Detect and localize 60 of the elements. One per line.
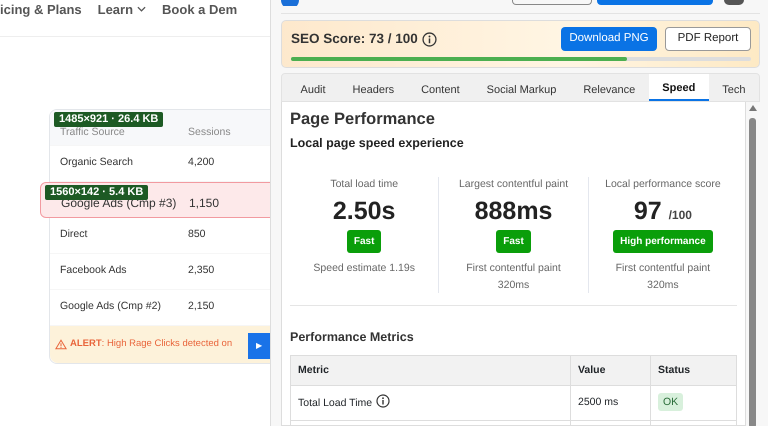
status-badge: Fast: [346, 230, 382, 254]
column-header: Status: [650, 355, 737, 386]
column-header: Value: [570, 355, 650, 386]
avatar-icon[interactable]: [724, 0, 744, 5]
table-cell-text: 2,150: [188, 299, 216, 314]
logo-icon: [281, 0, 299, 6]
metric-note: First contentful paint: [614, 261, 712, 276]
metric-value: 2.50s: [332, 197, 396, 226]
column-header: Metric: [290, 355, 570, 386]
alert-text: ALERT: High Rage Clicks detected on: [70, 336, 232, 351]
nav-link[interactable]: Book a Dem: [162, 0, 238, 20]
scrollbar-thumb[interactable]: [749, 118, 756, 426]
info-icon: [376, 394, 390, 408]
metric-note: Speed estimate 1.19s: [312, 261, 416, 276]
table-cell-text: 4,200: [188, 155, 216, 170]
play-button[interactable]: ▶: [248, 333, 270, 359]
tab[interactable]: Tech: [708, 74, 760, 101]
section-subtitle: Local page speed experience: [290, 134, 465, 152]
column-header: Traffic Source: [60, 124, 126, 140]
metric-value: 888ms: [474, 197, 552, 226]
tab[interactable]: Content: [408, 74, 474, 101]
section-title: Page Performance: [290, 110, 436, 130]
table-cell: 2500 ms: [578, 396, 618, 408]
table-cell-text: 1,150: [189, 194, 220, 212]
nav-link[interactable]: Learn: [98, 0, 146, 20]
metric-note: 320ms: [646, 278, 680, 293]
metric-note: First contentful paint: [465, 261, 562, 276]
section-heading: Performance Metrics: [290, 328, 415, 346]
metric-note: 320ms: [496, 278, 530, 293]
metric-value: 97: [634, 197, 662, 226]
column-header: Sessions: [188, 124, 232, 140]
header-button[interactable]: [512, 0, 592, 5]
report-button[interactable]: PDF Report: [665, 27, 751, 51]
table-cell-text: 2,350: [188, 263, 216, 278]
tab[interactable]: Relevance: [570, 74, 649, 101]
size-badge: 1560×142 · 5.4 KB: [45, 184, 148, 200]
status-badge: Fast: [496, 230, 531, 254]
status-badge: High performance: [613, 230, 713, 254]
table-cell-text: 850: [188, 227, 207, 242]
info-icon: [422, 32, 437, 46]
nav-link[interactable]: icing & Plans: [0, 0, 82, 20]
download-button[interactable]: Download PNG: [561, 27, 657, 51]
table-cell-text: Google Ads (Cmp #2): [60, 299, 162, 314]
tab[interactable]: Social Markup: [473, 74, 570, 101]
table-cell-text: Facebook Ads: [60, 263, 128, 278]
table-cell-text: Organic Search: [60, 155, 134, 170]
tab[interactable]: Audit: [287, 74, 340, 101]
tab[interactable]: Speed: [648, 74, 709, 101]
metric-label: Local performance score: [604, 176, 722, 192]
score-label: SEO Score: 73 / 100: [291, 30, 418, 48]
warning-icon: [55, 338, 67, 350]
metric-label: Largest contentful paint: [458, 176, 570, 192]
metric-label: Total load time: [329, 176, 400, 192]
scroll-up-icon[interactable]: [749, 105, 758, 111]
table-cell: Total Load Time: [298, 397, 372, 410]
metric-unit: /100: [668, 208, 692, 222]
table-cell-text: Direct: [60, 227, 88, 242]
status-badge: OK: [658, 393, 684, 412]
size-badge: 1485×921 · 26.4 KB: [54, 112, 164, 126]
tab[interactable]: Headers: [339, 74, 408, 101]
